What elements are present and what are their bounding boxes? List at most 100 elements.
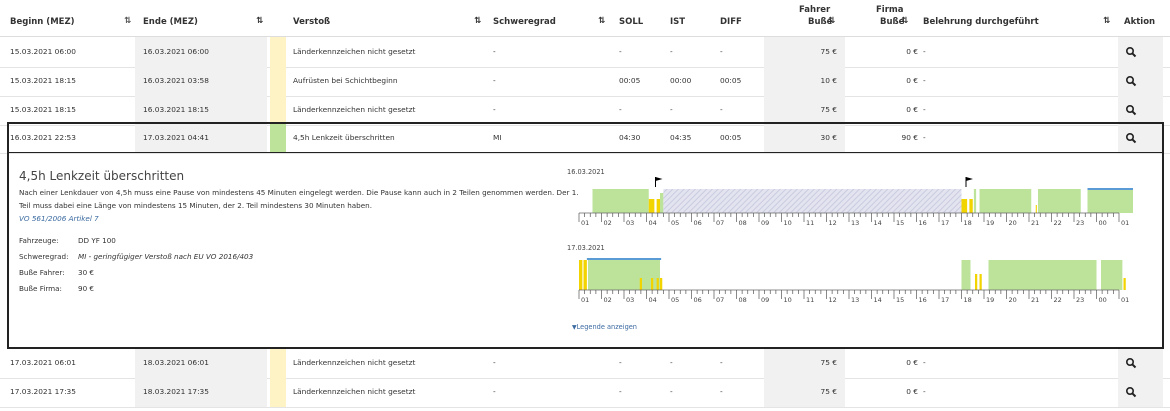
- hour-label: 03: [626, 219, 634, 227]
- search-icon[interactable]: [1125, 46, 1137, 58]
- cell-firma-busse: 0 €: [906, 47, 918, 56]
- detail-description-line2: Teil muss dabei eine Länge von mindesten…: [19, 201, 372, 210]
- activity-block: [583, 260, 587, 290]
- hour-label: 13: [851, 219, 859, 227]
- hour-label: 18: [964, 296, 972, 304]
- activity-block: [648, 199, 655, 213]
- activity-block: [975, 274, 978, 290]
- activity-block: [639, 278, 642, 290]
- hour-label: 16: [919, 219, 927, 227]
- activity-block: [651, 278, 654, 290]
- hour-label: 22: [1054, 296, 1062, 304]
- cell-verstoss: Länderkennzeichen nicht gesetzt: [293, 387, 416, 396]
- activity-block: [588, 260, 660, 290]
- cell-soll: -: [619, 47, 622, 56]
- header-ende[interactable]: Ende (MEZ): [143, 17, 198, 27]
- hour-label: 00: [1099, 219, 1107, 227]
- cell-diff: -: [720, 47, 723, 56]
- search-icon[interactable]: [1125, 357, 1137, 369]
- legend-toggle[interactable]: ▼Legende anzeigen: [572, 323, 637, 331]
- cell-ist: -: [670, 47, 673, 56]
- header-schweregrad[interactable]: Schweregrad: [493, 17, 556, 27]
- hour-label: 15: [896, 219, 904, 227]
- detail-law: VO 561/2006 Artikel 7: [19, 214, 99, 223]
- category-band: [270, 37, 286, 67]
- sort-icon[interactable]: ⇅: [598, 16, 605, 26]
- hour-label: 08: [739, 219, 747, 227]
- value-schweregrad: MI - geringfügiger Verstoß nach EU VO 20…: [78, 252, 254, 261]
- selected-row-frame: [7, 122, 1164, 153]
- hour-label: 03: [626, 296, 634, 304]
- hour-label: 00: [1099, 296, 1107, 304]
- activity-block: [656, 199, 660, 213]
- cell-beginn: 17.03.2021 06:01: [10, 358, 76, 367]
- cell-ist: -: [670, 358, 673, 367]
- hour-label: 06: [694, 219, 702, 227]
- hour-label: 15: [896, 296, 904, 304]
- table-row[interactable]: 17.03.2021 17:35 18.03.2021 17:35 Länderke…: [0, 377, 1170, 408]
- hour-label: 16: [919, 296, 927, 304]
- cell-ist: -: [670, 105, 673, 114]
- search-icon[interactable]: [1125, 386, 1137, 398]
- cell-diff: -: [720, 105, 723, 114]
- cell-ende: 18.03.2021 06:01: [143, 358, 209, 367]
- activity-block: [961, 199, 968, 213]
- detail-title: 4,5h Lenkzeit überschritten: [19, 169, 185, 183]
- sort-icon[interactable]: ⇅: [828, 16, 835, 26]
- category-band: [270, 348, 286, 378]
- hour-label: 07: [716, 296, 724, 304]
- label-fahrzeuge: Fahrzeuge:: [19, 236, 59, 245]
- hour-label: 01: [581, 219, 589, 227]
- cell-ende: 18.03.2021 17:35: [143, 387, 209, 396]
- hour-label: 10: [784, 219, 792, 227]
- cell-firma-busse: 0 €: [906, 358, 918, 367]
- label-schweregrad: Schweregrad:: [19, 252, 69, 261]
- hour-label: 21: [1031, 296, 1039, 304]
- header-belehrung[interactable]: Belehrung durchgeführt: [923, 17, 1039, 27]
- value-fahrzeuge: DD YF 100: [78, 236, 116, 245]
- hour-label: 02: [604, 219, 612, 227]
- sort-active-icon[interactable]: ⇅: [124, 16, 131, 26]
- label-busse-firma: Buße Firma:: [19, 284, 62, 293]
- header-firma-line1[interactable]: Firma: [876, 5, 904, 15]
- header-verstoss[interactable]: Verstoß: [293, 17, 330, 27]
- activity-block: [1087, 189, 1140, 213]
- label-busse-fahrer: Buße Fahrer:: [19, 268, 65, 277]
- table-row[interactable]: 15.03.2021 06:00 16.03.2021 06:00 Länderke…: [0, 37, 1170, 68]
- hour-label: 06: [694, 296, 702, 304]
- flag-icon: [965, 177, 973, 187]
- sort-icon[interactable]: ⇅: [1103, 16, 1110, 26]
- search-icon[interactable]: [1125, 75, 1137, 87]
- cell-soll: 00:05: [619, 76, 641, 85]
- cell-diff: 00:05: [720, 76, 742, 85]
- hour-label: 17: [941, 219, 949, 227]
- hour-label: 08: [739, 296, 747, 304]
- activity-block: [961, 260, 971, 290]
- search-icon[interactable]: [1125, 104, 1137, 116]
- hour-label: 11: [806, 219, 814, 227]
- sort-icon[interactable]: ⇅: [474, 16, 481, 26]
- hour-label: 05: [671, 296, 679, 304]
- hour-label: 12: [829, 219, 837, 227]
- sort-icon[interactable]: ⇅: [901, 16, 908, 26]
- cell-soll: -: [619, 358, 622, 367]
- hour-label: 01: [581, 296, 589, 304]
- sort-icon[interactable]: ⇅: [256, 16, 263, 26]
- hour-label: 02: [604, 296, 612, 304]
- table-row[interactable]: 17.03.2021 06:01 18.03.2021 06:01 Länderke…: [0, 348, 1170, 379]
- activity-block: [586, 258, 662, 260]
- activity-block: [969, 199, 973, 213]
- header-beginn[interactable]: Beginn (MEZ): [10, 17, 75, 27]
- cell-ende: 16.03.2021 03:58: [143, 76, 209, 85]
- header-fahrer-line1[interactable]: Fahrer: [799, 5, 830, 15]
- hour-label: 11: [806, 296, 814, 304]
- detail-panel: 4,5h Lenkzeit überschritten Nach einer L…: [7, 152, 1164, 349]
- hour-label: 04: [649, 296, 657, 304]
- cell-verstoss: Länderkennzeichen nicht gesetzt: [293, 47, 416, 56]
- timeline-svg: 01 02 03 04 05 06 07 08 09 10 11 12 13 14 15 16 17 18 19 20…: [578, 258, 1129, 304]
- activity-block: [660, 193, 664, 213]
- activity-block: [1123, 278, 1126, 290]
- table-row[interactable]: 15.03.2021 18:15 16.03.2021 03:58 Aufrüste…: [0, 66, 1170, 97]
- activity-timeline-17-03: 01 02 03 04 05 06 07 08 09 10 11 12 13 14 15 16 17 18 19 20…: [573, 252, 1133, 314]
- activity-block: [663, 189, 962, 213]
